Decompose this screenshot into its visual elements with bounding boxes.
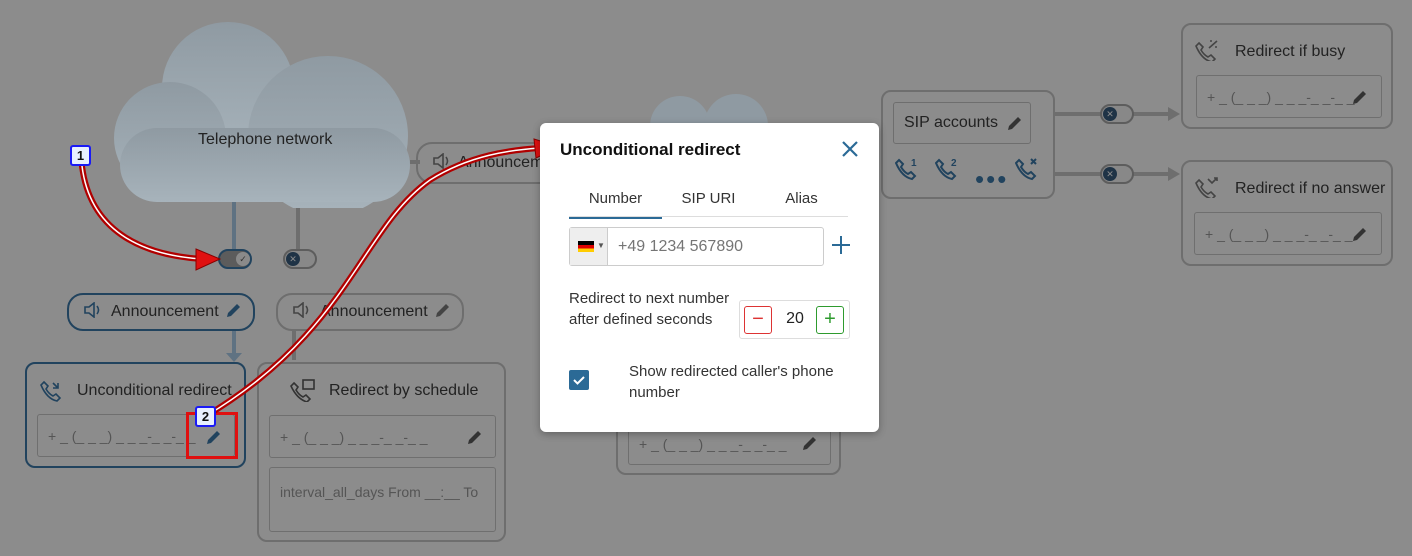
phone-input-group: ▼ — [569, 227, 824, 266]
seconds-value[interactable]: 20 — [778, 310, 812, 328]
show-caller-label: Show redirected caller's phone number — [629, 363, 834, 401]
annotation-badge-2: 2 — [195, 406, 216, 427]
seconds-stepper: − 20 + — [739, 300, 850, 339]
decrement-button[interactable]: − — [744, 306, 772, 334]
tab-number[interactable]: Number — [569, 189, 662, 219]
tab-alias[interactable]: Alias — [755, 189, 848, 217]
phone-number-input[interactable] — [608, 228, 822, 265]
tab-sip-uri[interactable]: SIP URI — [662, 189, 755, 217]
caret-down-icon: ▼ — [597, 241, 605, 250]
checkmark-icon — [573, 376, 585, 385]
dialog-title: Unconditional redirect — [560, 140, 741, 159]
close-icon[interactable] — [838, 137, 862, 161]
unconditional-redirect-dialog: Unconditional redirect Number SIP URI Al… — [540, 123, 879, 432]
increment-button[interactable]: + — [816, 306, 844, 334]
country-selector[interactable]: ▼ — [570, 228, 608, 265]
germany-flag-icon — [578, 241, 594, 252]
annotation-badge-1: 1 — [70, 145, 91, 166]
add-number-icon[interactable] — [830, 234, 852, 256]
redirect-seconds-label: Redirect to next number after defined se… — [569, 290, 730, 328]
show-caller-checkbox[interactable] — [569, 370, 589, 390]
